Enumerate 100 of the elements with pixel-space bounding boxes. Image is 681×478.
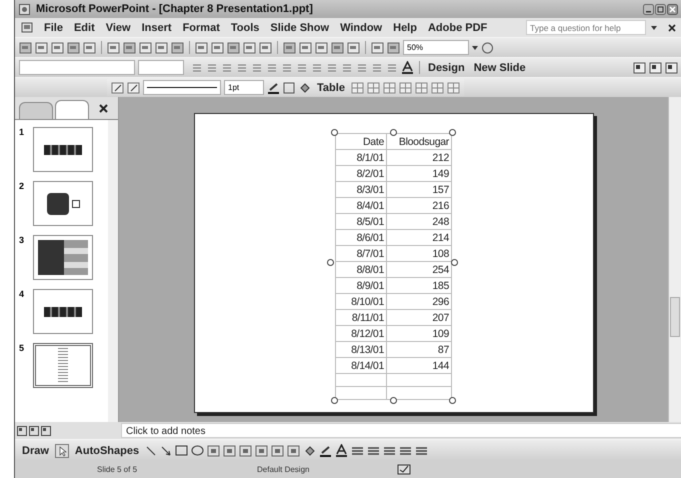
toolbar-icon[interactable] bbox=[19, 42, 32, 54]
format-icon[interactable] bbox=[281, 62, 293, 74]
format-icon[interactable] bbox=[221, 62, 233, 74]
menu-item[interactable]: Window bbox=[340, 22, 382, 34]
format-icon[interactable] bbox=[326, 62, 338, 74]
zoom-dropdown[interactable]: 50% bbox=[403, 40, 469, 55]
format-icon[interactable] bbox=[371, 62, 383, 74]
format-icon[interactable] bbox=[341, 62, 353, 74]
vertical-scrollbar[interactable] bbox=[108, 120, 118, 422]
toolbar-icon[interactable] bbox=[227, 42, 240, 54]
resize-handle[interactable] bbox=[327, 259, 334, 266]
toolbar-icon[interactable] bbox=[35, 42, 48, 54]
font-color-icon[interactable] bbox=[335, 444, 348, 457]
table-menu-button[interactable]: Table bbox=[314, 80, 348, 94]
layout-icon[interactable] bbox=[665, 62, 678, 74]
format-icon[interactable] bbox=[206, 62, 218, 74]
menu-item[interactable]: Slide Show bbox=[270, 22, 330, 34]
insert-icon[interactable] bbox=[207, 444, 220, 456]
minimize-icon[interactable] bbox=[643, 4, 654, 14]
pencil-icon[interactable] bbox=[127, 82, 140, 94]
help-search-field[interactable]: Type a question for help bbox=[526, 20, 646, 35]
line-style-icon[interactable] bbox=[351, 444, 364, 456]
fill-color-icon[interactable] bbox=[298, 82, 312, 94]
close-icon[interactable] bbox=[668, 24, 676, 32]
slide-thumbnail[interactable] bbox=[33, 235, 93, 280]
toolbar-icon[interactable] bbox=[331, 42, 344, 54]
format-icon[interactable] bbox=[191, 62, 203, 74]
table-icon[interactable] bbox=[446, 82, 460, 94]
format-icon[interactable] bbox=[236, 62, 248, 74]
format-icon[interactable] bbox=[386, 62, 398, 74]
resize-handle[interactable] bbox=[390, 129, 397, 136]
toolbar-icon[interactable] bbox=[139, 42, 152, 54]
insert-icon[interactable] bbox=[271, 444, 284, 456]
resize-handle[interactable] bbox=[331, 129, 338, 136]
toolbar-icon[interactable] bbox=[155, 42, 168, 54]
layout-icon[interactable] bbox=[649, 62, 662, 74]
line-style-icon[interactable] bbox=[399, 444, 412, 456]
format-icon[interactable] bbox=[266, 62, 278, 74]
menu-item[interactable]: Insert bbox=[142, 22, 172, 34]
toolbar-icon[interactable] bbox=[195, 42, 208, 54]
restore-icon[interactable] bbox=[655, 4, 666, 14]
slide-thumbnail[interactable] bbox=[33, 127, 93, 172]
toolbar-icon[interactable] bbox=[123, 42, 136, 54]
toolbar-icon[interactable] bbox=[107, 42, 120, 54]
data-table[interactable]: Date Bloodsugar 8/1/01 212 8/2/01 149 8/3/01 157 8/4/01 216 8/5/01 248 8/6/01 214 8/7/01 108 8/8/01 254 8/9/01 185 8/10/01 296 8/11/01 207 8/12/01 109 8/13/01 87 8/14/01 144 bbox=[335, 133, 452, 400]
view-icon[interactable] bbox=[29, 426, 39, 436]
design-button[interactable]: Design bbox=[425, 60, 468, 74]
dropdown-arrow-icon[interactable] bbox=[472, 46, 478, 50]
rectangle-icon[interactable] bbox=[175, 445, 188, 456]
menu-item[interactable]: Help bbox=[393, 22, 417, 34]
toolbar-icon[interactable] bbox=[283, 42, 296, 54]
document-icon[interactable] bbox=[21, 22, 33, 33]
format-icon[interactable] bbox=[356, 62, 368, 74]
menu-item[interactable]: Edit bbox=[74, 22, 95, 34]
pen-color-icon[interactable] bbox=[267, 82, 280, 94]
insert-icon[interactable] bbox=[287, 444, 300, 456]
toolbar-icon[interactable] bbox=[299, 42, 312, 54]
slide-thumbnail[interactable] bbox=[33, 289, 93, 334]
view-icon[interactable] bbox=[17, 426, 27, 436]
outline-tab[interactable] bbox=[19, 102, 53, 119]
resize-handle[interactable] bbox=[449, 129, 456, 136]
menu-item[interactable]: Adobe PDF bbox=[428, 22, 488, 34]
menu-item[interactable]: File bbox=[44, 22, 63, 34]
border-icon[interactable] bbox=[283, 82, 296, 94]
arrow-icon[interactable] bbox=[160, 444, 172, 456]
toolbar-icon[interactable] bbox=[243, 42, 256, 54]
view-icon[interactable] bbox=[41, 426, 51, 436]
resize-handle[interactable] bbox=[390, 397, 397, 404]
toolbar-icon[interactable] bbox=[371, 42, 384, 54]
toolbar-icon[interactable] bbox=[347, 42, 360, 54]
line-weight-dropdown[interactable]: 1pt bbox=[224, 80, 264, 95]
toolbar-icon[interactable] bbox=[83, 42, 96, 54]
oval-icon[interactable] bbox=[191, 445, 204, 456]
toolbar-icon[interactable] bbox=[171, 42, 184, 54]
table-icon[interactable] bbox=[414, 82, 428, 94]
table-icon[interactable] bbox=[382, 82, 396, 94]
resize-handle[interactable] bbox=[449, 397, 456, 404]
draw-menu-button[interactable]: Draw bbox=[19, 444, 52, 458]
toolbar-icon[interactable] bbox=[211, 42, 224, 54]
layout-icon[interactable] bbox=[633, 62, 646, 74]
line-style-icon[interactable] bbox=[415, 444, 428, 456]
notes-field[interactable]: Click to add notes bbox=[121, 423, 681, 438]
close-icon[interactable] bbox=[99, 104, 108, 113]
slides-tab[interactable] bbox=[55, 100, 89, 119]
menu-item[interactable]: View bbox=[106, 22, 131, 34]
table-icon[interactable] bbox=[398, 82, 412, 94]
resize-handle[interactable] bbox=[331, 397, 338, 404]
line-color-icon[interactable] bbox=[319, 444, 332, 456]
line-style-icon[interactable] bbox=[367, 444, 380, 456]
line-icon[interactable] bbox=[145, 444, 158, 456]
vertical-scrollbar[interactable] bbox=[668, 97, 681, 422]
fill-color-icon[interactable] bbox=[303, 444, 316, 456]
toolbar-icon[interactable] bbox=[51, 42, 64, 54]
pointer-icon[interactable] bbox=[54, 444, 69, 458]
dropdown-arrow-icon[interactable] bbox=[651, 26, 657, 30]
insert-icon[interactable] bbox=[223, 444, 236, 456]
new-slide-button[interactable]: New Slide bbox=[470, 60, 529, 74]
slide-thumbnail[interactable] bbox=[33, 343, 93, 388]
toolbar-icon[interactable] bbox=[67, 42, 80, 54]
line-style-icon[interactable] bbox=[383, 444, 396, 456]
